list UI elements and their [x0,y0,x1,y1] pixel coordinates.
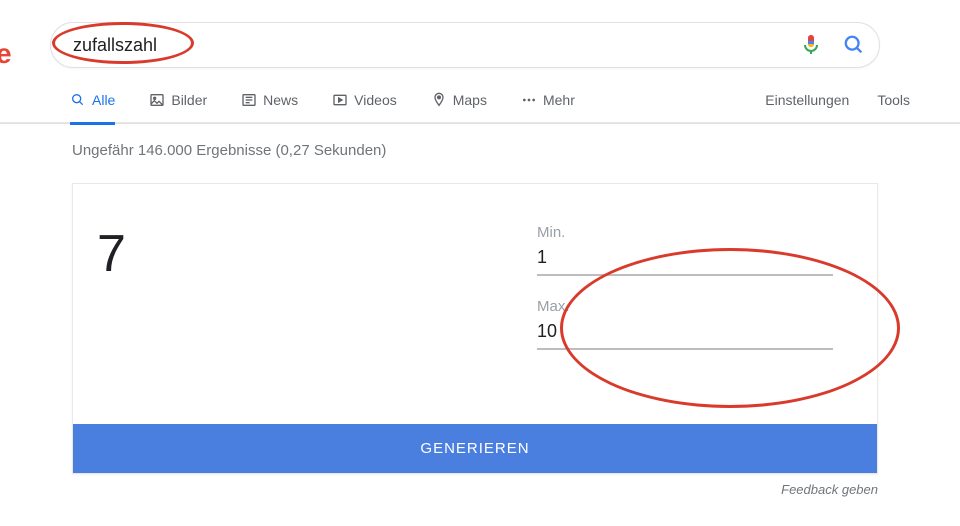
tab-maps[interactable]: Maps [431,92,487,125]
feedback-link[interactable]: Feedback geben [0,482,878,497]
tab-videos[interactable]: Videos [332,92,397,125]
rng-result: 7 [97,224,497,284]
search-small-icon [70,92,86,108]
more-icon [521,92,537,108]
generate-button[interactable]: GENERIEREN [73,424,877,473]
settings-link[interactable]: Einstellungen [765,92,849,125]
tab-all-label: Alle [92,92,115,108]
max-input[interactable] [537,319,833,350]
tab-images-label: Bilder [171,92,207,108]
tab-more[interactable]: Mehr [521,92,575,125]
maps-icon [431,92,447,108]
video-icon [332,92,348,108]
random-number-card: 7 Min. Max. GENERIEREN [72,183,878,474]
min-input[interactable] [537,245,833,276]
mic-icon[interactable] [799,33,823,57]
tab-images[interactable]: Bilder [149,92,207,125]
tab-news[interactable]: News [241,92,298,125]
tab-videos-label: Videos [354,92,397,108]
max-label: Max. [537,298,833,315]
tab-news-label: News [263,92,298,108]
news-icon [241,92,257,108]
tab-more-label: Mehr [543,92,575,108]
min-label: Min. [537,224,833,241]
logo-fragment: e [0,38,12,70]
image-icon [149,92,165,108]
tools-link[interactable]: Tools [877,92,910,125]
result-stats: Ungefähr 146.000 Ergebnisse (0,27 Sekund… [72,142,960,159]
tab-maps-label: Maps [453,92,487,108]
search-input[interactable] [73,35,799,56]
search-bar[interactable] [50,22,880,68]
search-icon[interactable] [843,34,865,56]
tab-all[interactable]: Alle [70,92,115,125]
